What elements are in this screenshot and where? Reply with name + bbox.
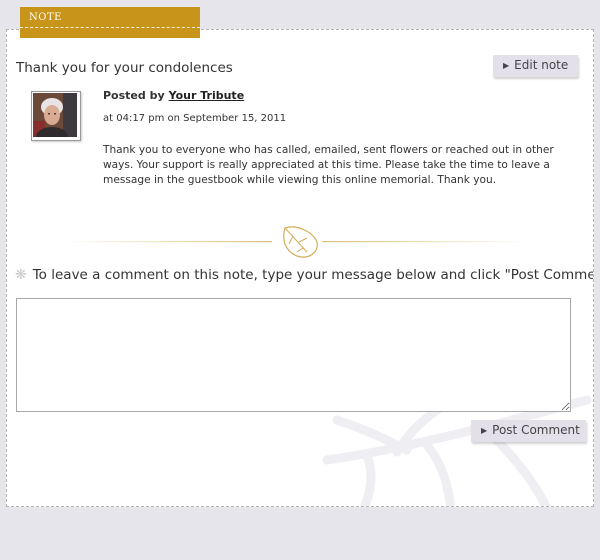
- note-tab: NOTE: [20, 7, 200, 38]
- play-arrow-icon: ▶: [481, 426, 488, 435]
- comment-textarea[interactable]: [16, 298, 571, 412]
- play-arrow-icon: ▶: [503, 61, 510, 70]
- comment-heading-text: To leave a comment on this note, type yo…: [32, 267, 594, 283]
- edit-note-button[interactable]: ▶ Edit note: [493, 55, 578, 77]
- comment-heading: ❋ To leave a comment on this note, type y…: [15, 267, 594, 283]
- edit-note-label: Edit note: [514, 58, 569, 72]
- snowflake-icon: ❋: [15, 267, 27, 283]
- post-comment-button[interactable]: ▶ Post Comment: [471, 420, 586, 442]
- note-tab-label: NOTE: [29, 12, 62, 23]
- post-comment-label: Post Comment: [492, 423, 580, 437]
- note-title: Thank you for your condolences: [16, 60, 233, 76]
- author-link[interactable]: Your Tribute: [169, 89, 245, 102]
- note-card: Thank you for your condolences ▶ Edit not…: [6, 29, 594, 507]
- note-tab-dash-line: [20, 27, 200, 28]
- posted-by: Posted by Your Tribute: [103, 89, 244, 102]
- post-timestamp: at 04:17 pm on September 15, 2011: [103, 113, 287, 124]
- note-body: Thank you to everyone who has called, em…: [103, 144, 554, 186]
- avatar-photo: [33, 93, 77, 137]
- author-avatar: [31, 91, 81, 141]
- posted-by-label: Posted by: [103, 89, 165, 102]
- leaf-divider-icon: [67, 226, 527, 258]
